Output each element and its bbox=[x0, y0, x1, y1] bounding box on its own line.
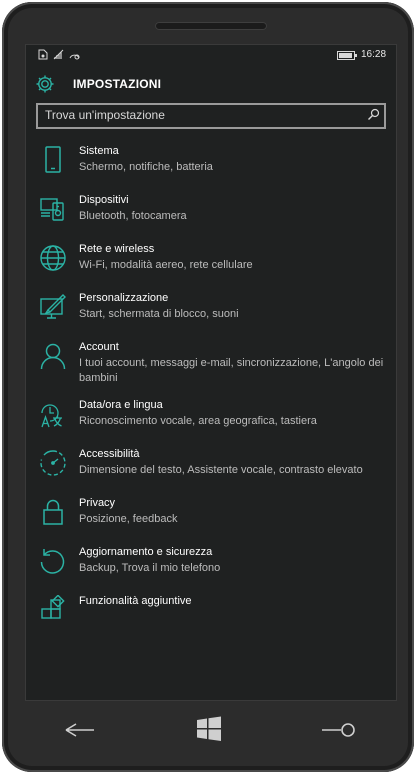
search-icon[interactable] bbox=[367, 108, 380, 121]
item-label: Personalizzazione bbox=[79, 292, 169, 304]
item-label: Dispositivi bbox=[79, 194, 129, 206]
settings-item-rete-wireless[interactable]: Rete e wireless Wi-Fi, modalità aereo, r… bbox=[26, 243, 396, 289]
item-description: Dimensione del testo, Assistente vocale,… bbox=[79, 464, 363, 476]
settings-item-funzionalita-aggiuntive[interactable]: Funzionalità aggiuntive bbox=[26, 595, 396, 641]
windows-start-button[interactable] bbox=[196, 716, 222, 742]
settings-item-dispositivi[interactable]: Dispositivi Bluetooth, fotocamera bbox=[26, 194, 396, 240]
settings-item-privacy[interactable]: Privacy Posizione, feedback bbox=[26, 497, 396, 543]
item-label: Privacy bbox=[79, 497, 116, 509]
devices-icon bbox=[40, 198, 64, 221]
accessibility-icon bbox=[40, 450, 66, 476]
signal-icon bbox=[53, 49, 64, 60]
item-label: Accessibilità bbox=[79, 448, 140, 460]
status-icons bbox=[38, 49, 80, 60]
settings-item-sistema[interactable]: Sistema Schermo, notifiche, batteria bbox=[26, 145, 396, 191]
sync-icon bbox=[40, 549, 65, 574]
item-label: Data/ora e lingua bbox=[79, 399, 163, 411]
settings-item-accessibilita[interactable]: Accessibilità Dimensione del testo, Assi… bbox=[26, 448, 396, 494]
globe-icon bbox=[40, 245, 66, 271]
speaker-grille bbox=[155, 22, 267, 30]
lock-icon bbox=[43, 499, 63, 525]
back-button[interactable] bbox=[62, 720, 96, 740]
search-hardware-button[interactable] bbox=[320, 720, 358, 740]
extras-icon bbox=[41, 595, 65, 619]
item-label: Rete e wireless bbox=[79, 243, 155, 255]
paint-icon bbox=[40, 294, 66, 319]
sim-icon bbox=[38, 49, 48, 60]
item-description: Bluetooth, fotocamera bbox=[79, 210, 187, 222]
status-bar: 16:28 bbox=[26, 45, 396, 65]
gear-icon bbox=[36, 75, 54, 93]
item-label: Funzionalità aggiuntive bbox=[79, 595, 192, 607]
battery-icon bbox=[337, 51, 357, 60]
item-label: Aggiornamento e sicurezza bbox=[79, 546, 213, 558]
phone-icon bbox=[45, 146, 61, 173]
settings-item-personalizzazione[interactable]: Personalizzazione Start, schermata di bl… bbox=[26, 292, 396, 338]
search-box[interactable]: Trova un'impostazione bbox=[36, 103, 386, 129]
page-title: IMPOSTAZIONI bbox=[73, 77, 162, 91]
search-input[interactable]: Trova un'impostazione bbox=[45, 108, 165, 122]
phone-frame: 16:28 IMPOSTAZIONI Trova un'impostazione bbox=[2, 2, 414, 772]
person-icon bbox=[40, 343, 66, 370]
item-description: Schermo, notifiche, batteria bbox=[79, 161, 213, 173]
settings-screen: 16:28 IMPOSTAZIONI Trova un'impostazione bbox=[25, 44, 397, 701]
item-description: Backup, Trova il mio telefono bbox=[79, 562, 221, 574]
settings-item-aggiornamento-sicurezza[interactable]: Aggiornamento e sicurezza Backup, Trova … bbox=[26, 546, 396, 592]
time-language-icon bbox=[41, 404, 62, 428]
item-description: Posizione, feedback bbox=[79, 513, 178, 525]
item-description: Riconoscimento vocale, area geografica, … bbox=[79, 415, 317, 427]
settings-item-account[interactable]: Account I tuoi account, messaggi e-mail,… bbox=[26, 341, 396, 401]
item-description: Wi-Fi, modalità aereo, rete cellulare bbox=[79, 259, 253, 271]
settings-item-data-ora-lingua[interactable]: Data/ora e lingua Riconoscimento vocale,… bbox=[26, 399, 396, 445]
clock: 16:28 bbox=[361, 49, 387, 60]
item-label: Sistema bbox=[79, 145, 119, 157]
item-label: Account bbox=[79, 341, 119, 353]
data-icon bbox=[69, 54, 80, 60]
item-description: Start, schermata di blocco, suoni bbox=[79, 308, 239, 320]
item-description: I tuoi account, messaggi e-mail, sincron… bbox=[79, 357, 384, 384]
